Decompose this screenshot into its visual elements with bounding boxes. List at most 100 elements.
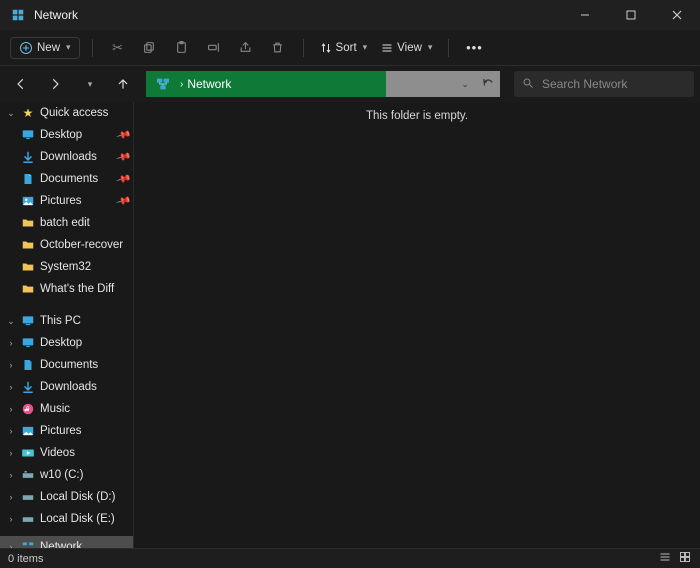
breadcrumb-location[interactable]: Network — [187, 77, 231, 91]
pin-icon: 📌 — [115, 149, 131, 165]
sidebar-item-pc-videos[interactable]: › Videos — [0, 442, 133, 464]
chevron-right-icon[interactable]: › — [6, 360, 16, 370]
sidebar-item-label: Documents — [40, 173, 98, 185]
chevron-down-icon[interactable]: ⌄ — [6, 316, 16, 327]
folder-icon — [20, 215, 36, 231]
maximize-button[interactable] — [608, 0, 654, 30]
cut-icon[interactable]: ✂ — [105, 36, 131, 60]
chevron-right-icon[interactable]: › — [6, 470, 16, 480]
sidebar-item-label: Pictures — [40, 195, 82, 207]
desktop-icon — [20, 127, 36, 143]
sort-button[interactable]: Sort ▾ — [316, 40, 372, 56]
sidebar-item-desktop[interactable]: · Desktop 📌 — [0, 124, 133, 146]
minimize-button[interactable] — [562, 0, 608, 30]
chevron-down-icon: ▾ — [428, 42, 433, 53]
sidebar-item-label: Documents — [40, 359, 98, 371]
sidebar-item-label: Quick access — [40, 107, 108, 119]
chevron-right-icon[interactable]: › — [6, 492, 16, 502]
documents-icon — [20, 171, 36, 187]
refresh-icon[interactable] — [482, 77, 494, 91]
chevron-right-icon[interactable]: › — [6, 426, 16, 436]
network-icon — [20, 539, 36, 548]
chevron-down-icon: ▾ — [66, 42, 71, 53]
sidebar-quick-access[interactable]: ⌄ ★ Quick access — [0, 102, 133, 124]
close-button[interactable] — [654, 0, 700, 30]
more-button[interactable]: ••• — [461, 36, 487, 60]
search-icon — [522, 77, 534, 92]
chevron-right-icon: › — [180, 79, 183, 90]
drive-icon — [20, 467, 36, 483]
star-icon: ★ — [20, 105, 36, 121]
sidebar-item-pictures[interactable]: · Pictures 📌 — [0, 190, 133, 212]
sidebar-item-pc-music[interactable]: › Music — [0, 398, 133, 420]
drive-icon — [20, 489, 36, 505]
sidebar-item-whats-diff[interactable]: · What's the Diff — [0, 278, 133, 300]
sidebar-item-october-recover[interactable]: · October-recover — [0, 234, 133, 256]
sidebar-this-pc[interactable]: ⌄ This PC — [0, 310, 133, 332]
toolbar-separator — [303, 39, 304, 57]
chevron-down-icon[interactable]: ⌄ — [6, 108, 16, 119]
sidebar-item-network[interactable]: › Network — [0, 536, 133, 548]
chevron-right-icon[interactable]: › — [6, 514, 16, 524]
sidebar-item-system32[interactable]: · System32 — [0, 256, 133, 278]
search-input[interactable]: Search Network — [514, 71, 694, 97]
paste-icon[interactable] — [169, 36, 195, 60]
content-pane: This folder is empty. — [134, 102, 700, 548]
sidebar-item-label: w10 (C:) — [40, 469, 83, 481]
chevron-right-icon[interactable]: › — [6, 404, 16, 414]
view-details-icon[interactable] — [658, 551, 672, 566]
sidebar-item-drive-c[interactable]: › w10 (C:) — [0, 464, 133, 486]
folder-icon — [20, 281, 36, 297]
pin-icon: 📌 — [115, 127, 131, 143]
chevron-down-icon: ▾ — [363, 42, 368, 53]
share-icon[interactable] — [233, 36, 259, 60]
chevron-right-icon[interactable]: › — [6, 448, 16, 458]
sidebar-item-label: batch edit — [40, 217, 90, 229]
toolbar-separator — [92, 39, 93, 57]
chevron-right-icon[interactable]: › — [6, 338, 16, 348]
sidebar-item-pc-downloads[interactable]: › Downloads — [0, 376, 133, 398]
sidebar-item-drive-e[interactable]: › Local Disk (E:) — [0, 508, 133, 530]
pin-icon: 📌 — [115, 171, 131, 187]
main-split: ⌄ ★ Quick access · Desktop 📌 · Downloads… — [0, 102, 700, 548]
drive-icon — [20, 511, 36, 527]
sidebar-item-documents[interactable]: · Documents 📌 — [0, 168, 133, 190]
copy-icon[interactable] — [137, 36, 163, 60]
sort-button-label: Sort — [336, 42, 357, 54]
addressbar-dropdown-icon[interactable]: ⌄ — [461, 79, 469, 90]
delete-icon[interactable] — [265, 36, 291, 60]
sidebar-item-pc-documents[interactable]: › Documents — [0, 354, 133, 376]
rename-icon[interactable] — [201, 36, 227, 60]
chevron-right-icon[interactable]: › — [6, 382, 16, 392]
sidebar-item-label: Downloads — [40, 381, 97, 393]
sidebar-item-pc-desktop[interactable]: › Desktop — [0, 332, 133, 354]
status-item-count: 0 items — [8, 553, 43, 565]
window-app-icon — [10, 7, 26, 23]
window-controls — [562, 0, 700, 30]
new-button[interactable]: New ▾ — [10, 37, 80, 59]
window-title: Network — [34, 8, 78, 22]
documents-icon — [20, 357, 36, 373]
back-button[interactable] — [6, 70, 36, 98]
up-button[interactable] — [108, 70, 138, 98]
view-button-label: View — [397, 42, 422, 54]
sidebar-item-downloads[interactable]: · Downloads 📌 — [0, 146, 133, 168]
sidebar-item-label: Videos — [40, 447, 75, 459]
music-icon — [20, 401, 36, 417]
sidebar: ⌄ ★ Quick access · Desktop 📌 · Downloads… — [0, 102, 134, 548]
view-icon — [381, 42, 393, 54]
forward-button[interactable] — [40, 70, 70, 98]
recent-button[interactable]: ▾ — [74, 70, 104, 98]
sidebar-item-label: Local Disk (E:) — [40, 513, 115, 525]
sidebar-item-pc-pictures[interactable]: › Pictures — [0, 420, 133, 442]
sidebar-item-batch-edit[interactable]: · batch edit — [0, 212, 133, 234]
view-thumbnails-icon[interactable] — [678, 551, 692, 566]
statusbar: 0 items — [0, 548, 700, 568]
addressbar-content: › Network — [146, 71, 231, 97]
addressbar[interactable]: › Network ⌄ — [146, 71, 500, 97]
sidebar-item-label: Network — [40, 541, 82, 548]
sidebar-item-drive-d[interactable]: › Local Disk (D:) — [0, 486, 133, 508]
sidebar-item-label: October-recover — [40, 239, 123, 251]
view-button[interactable]: View ▾ — [377, 40, 436, 56]
pc-icon — [20, 313, 36, 329]
